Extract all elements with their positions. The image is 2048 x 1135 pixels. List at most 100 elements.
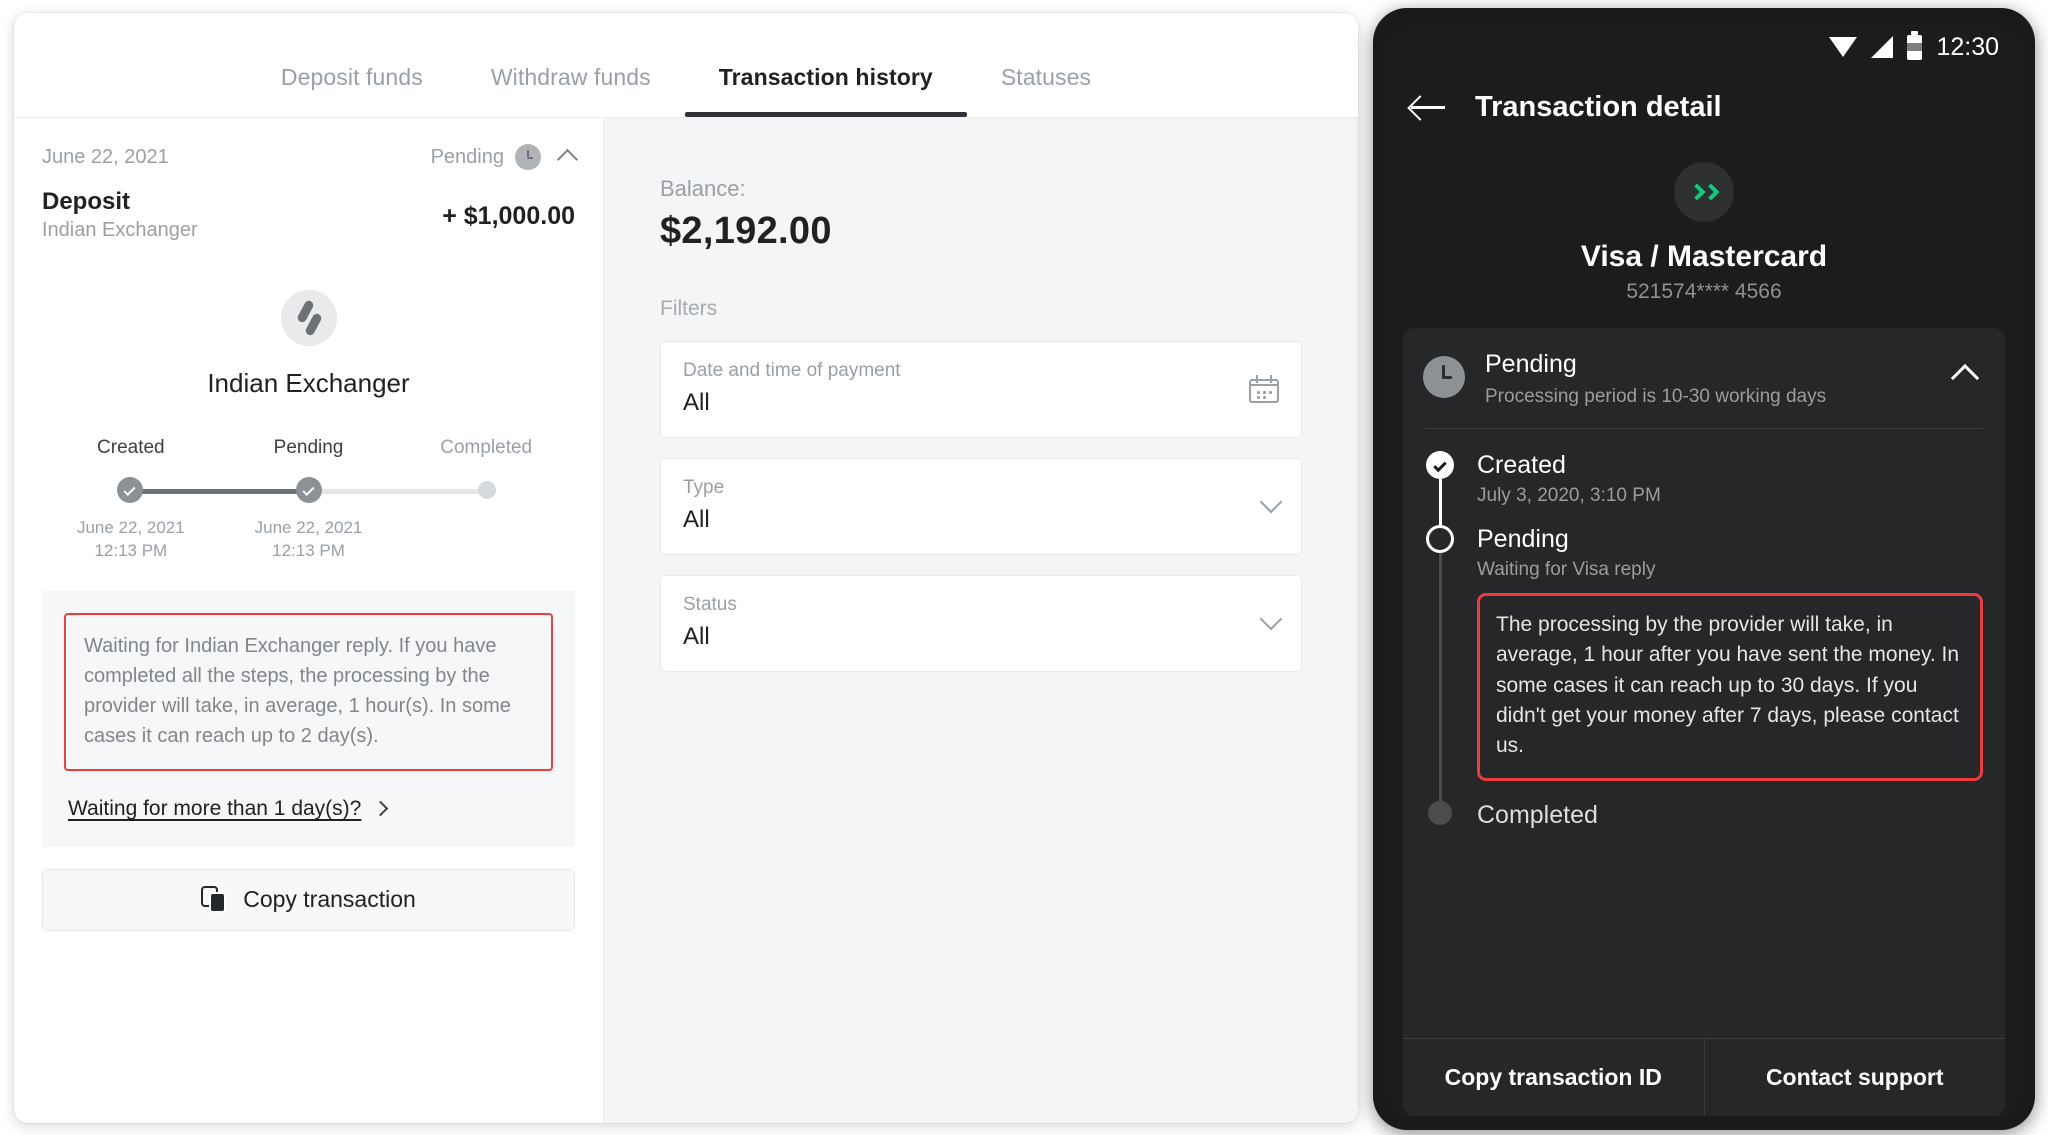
provider-name: Indian Exchanger bbox=[207, 368, 410, 398]
chevron-up-icon[interactable] bbox=[1950, 363, 1980, 393]
content-area: June 22, 2021 Pending Deposit Indian Exc… bbox=[14, 118, 1358, 1123]
phone-action-bar: Copy transaction ID Contact support bbox=[1403, 1038, 2005, 1116]
step-label-completed: Completed bbox=[440, 437, 533, 458]
progress-stepper: Created Pending Completed June 22, 2021 … bbox=[42, 437, 575, 563]
stepper-track-fill bbox=[130, 489, 308, 494]
copy-icon bbox=[201, 885, 227, 914]
step-label-pending: Pending bbox=[273, 437, 344, 458]
timeline-body: Completed bbox=[1477, 801, 1983, 844]
pending-status-row[interactable]: Pending Processing period is 10-30 worki… bbox=[1403, 328, 2005, 428]
ring-circle-icon bbox=[1426, 524, 1454, 553]
step-date-pending: June 22, 2021 12:13 PM bbox=[254, 518, 363, 560]
warning-text: The processing by the provider will take… bbox=[1496, 612, 1960, 758]
timeline-item-created: Created July 3, 2020, 3:10 PM bbox=[1423, 450, 1983, 525]
tab-bar: Deposit funds Withdraw funds Transaction… bbox=[14, 13, 1358, 118]
warning-text: Waiting for Indian Exchanger reply. If y… bbox=[84, 634, 511, 747]
balance-value: $2,192.00 bbox=[660, 210, 832, 252]
chevron-down-icon[interactable] bbox=[1259, 607, 1283, 630]
step-node-created bbox=[117, 477, 144, 503]
waiting-help-link[interactable]: Waiting for more than 1 day(s)? bbox=[64, 797, 553, 821]
timeline-connector bbox=[1438, 552, 1442, 801]
step-node-completed bbox=[477, 481, 496, 499]
phone-app-bar: Transaction detail bbox=[1387, 70, 2021, 144]
timeline-title-completed: Completed bbox=[1477, 800, 1598, 829]
clock-icon bbox=[515, 144, 541, 170]
transaction-status-group[interactable]: Pending bbox=[430, 144, 579, 171]
wifi-icon bbox=[1829, 37, 1858, 57]
tab-statuses[interactable]: Statuses bbox=[967, 64, 1125, 117]
timeline-item-completed: Completed bbox=[1423, 800, 1983, 844]
warning-box: Waiting for Indian Exchanger reply. If y… bbox=[64, 612, 553, 771]
filter-type[interactable]: Type All bbox=[660, 458, 1302, 555]
transaction-amount: + $1,000.00 bbox=[442, 202, 575, 230]
filter-type-label: Type bbox=[683, 477, 725, 498]
transaction-provider: Indian Exchanger bbox=[42, 219, 198, 241]
tab-transaction-history[interactable]: Transaction history bbox=[684, 64, 967, 117]
card-number-masked: 521574**** 4566 bbox=[1626, 280, 1782, 303]
transaction-detail-column: June 22, 2021 Pending Deposit Indian Exc… bbox=[14, 118, 603, 1123]
timeline-subtitle-pending: Waiting for Visa reply bbox=[1477, 558, 1656, 580]
phone-screen: 12:30 Transaction detail Visa / Masterca… bbox=[1387, 24, 2021, 1116]
phone-frame: 12:30 Transaction detail Visa / Masterca… bbox=[1373, 8, 2035, 1130]
filter-type-value: All bbox=[683, 506, 710, 533]
chevron-up-icon[interactable] bbox=[556, 148, 579, 171]
filter-date-value: All bbox=[683, 389, 710, 416]
pending-status-text: Pending Processing period is 10-30 worki… bbox=[1485, 350, 1935, 410]
filter-status[interactable]: Status All bbox=[660, 575, 1302, 672]
double-chevron-icon bbox=[1674, 162, 1734, 222]
back-arrow-icon[interactable] bbox=[1411, 94, 1445, 120]
copy-transaction-label: Copy transaction bbox=[243, 886, 416, 913]
stepper-track bbox=[42, 477, 575, 505]
card-brand-name: Visa / Mastercard bbox=[1580, 240, 1828, 273]
transaction-titles: Deposit Indian Exchanger bbox=[42, 188, 198, 242]
step-node-pending bbox=[295, 477, 322, 503]
tab-withdraw-funds[interactable]: Withdraw funds bbox=[457, 64, 685, 117]
balance-label: Balance: bbox=[660, 176, 746, 201]
contact-support-button[interactable]: Contact support bbox=[1703, 1039, 2006, 1116]
info-panel: Waiting for Indian Exchanger reply. If y… bbox=[42, 590, 575, 847]
warning-box: The processing by the provider will take… bbox=[1477, 592, 1983, 781]
timeline-body: Pending Waiting for Visa reply The proce… bbox=[1477, 525, 1983, 801]
pending-subtitle: Processing period is 10-30 working days bbox=[1485, 386, 1827, 407]
filter-status-value: All bbox=[683, 623, 710, 650]
status-timeline: Created July 3, 2020, 3:10 PM Pending Wa… bbox=[1403, 429, 2005, 1038]
filter-date-label: Date and time of payment bbox=[683, 360, 901, 381]
timeline-gutter bbox=[1423, 524, 1457, 801]
filter-date-text: Date and time of payment All bbox=[683, 360, 901, 417]
status-badge: Pending bbox=[430, 145, 504, 168]
timeline-subtitle-created: July 3, 2020, 3:10 PM bbox=[1477, 484, 1661, 506]
filter-date-and-time[interactable]: Date and time of payment All bbox=[660, 341, 1302, 438]
transaction-status-panel: Pending Processing period is 10-30 worki… bbox=[1403, 328, 2005, 1116]
tab-deposit-funds[interactable]: Deposit funds bbox=[247, 64, 457, 117]
battery-icon bbox=[1907, 30, 1923, 60]
muted-circle-icon bbox=[1428, 800, 1452, 825]
provider-block: Indian Exchanger bbox=[42, 290, 575, 399]
step-label-created: Created bbox=[97, 437, 165, 458]
filter-type-text: Type All bbox=[683, 477, 724, 534]
timeline-body: Created July 3, 2020, 3:10 PM bbox=[1477, 451, 1983, 525]
timeline-item-pending: Pending Waiting for Visa reply The proce… bbox=[1423, 524, 1983, 801]
transaction-type: Deposit bbox=[42, 188, 131, 215]
calendar-icon[interactable] bbox=[1249, 374, 1279, 403]
page-title: Transaction detail bbox=[1475, 90, 1722, 123]
copy-transaction-id-button[interactable]: Copy transaction ID bbox=[1403, 1039, 1704, 1116]
check-circle-icon bbox=[1426, 450, 1454, 479]
timeline-title-pending: Pending bbox=[1477, 524, 1569, 553]
stepper-dates: June 22, 2021 12:13 PM June 22, 2021 12:… bbox=[42, 517, 575, 563]
payment-method-block: Visa / Mastercard 521574**** 4566 bbox=[1387, 144, 2021, 328]
chevron-right-icon bbox=[373, 801, 389, 817]
clock-icon bbox=[1423, 356, 1465, 398]
stepper-labels: Created Pending Completed bbox=[42, 437, 575, 459]
signal-icon bbox=[1871, 36, 1894, 58]
filters-column: Balance: $2,192.00 Filters Date and time… bbox=[603, 118, 1358, 1123]
status-bar-clock: 12:30 bbox=[1936, 32, 1999, 61]
timeline-connector bbox=[1438, 478, 1442, 525]
chevron-down-icon[interactable] bbox=[1259, 490, 1283, 513]
transaction-summary-row: Deposit Indian Exchanger + $1,000.00 bbox=[42, 188, 575, 242]
step-date-created: June 22, 2021 12:13 PM bbox=[76, 518, 185, 560]
transaction-header-row: June 22, 2021 Pending bbox=[42, 144, 579, 171]
filters-label: Filters bbox=[660, 297, 718, 320]
copy-transaction-button[interactable]: Copy transaction bbox=[42, 868, 575, 931]
step-date-completed bbox=[397, 517, 575, 563]
timeline-title-created: Created bbox=[1477, 450, 1566, 479]
